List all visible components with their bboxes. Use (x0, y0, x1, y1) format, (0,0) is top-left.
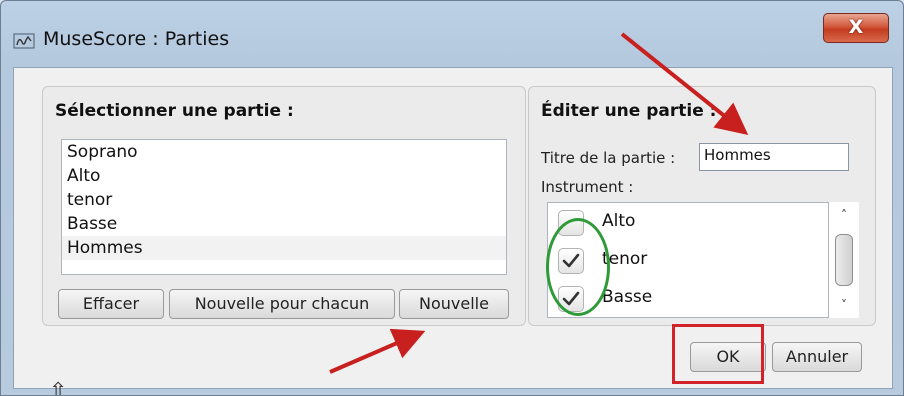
arrow-to-title-input (620, 32, 749, 135)
annotation-arrows (329, 32, 749, 374)
arrow-to-new-button (329, 328, 426, 374)
